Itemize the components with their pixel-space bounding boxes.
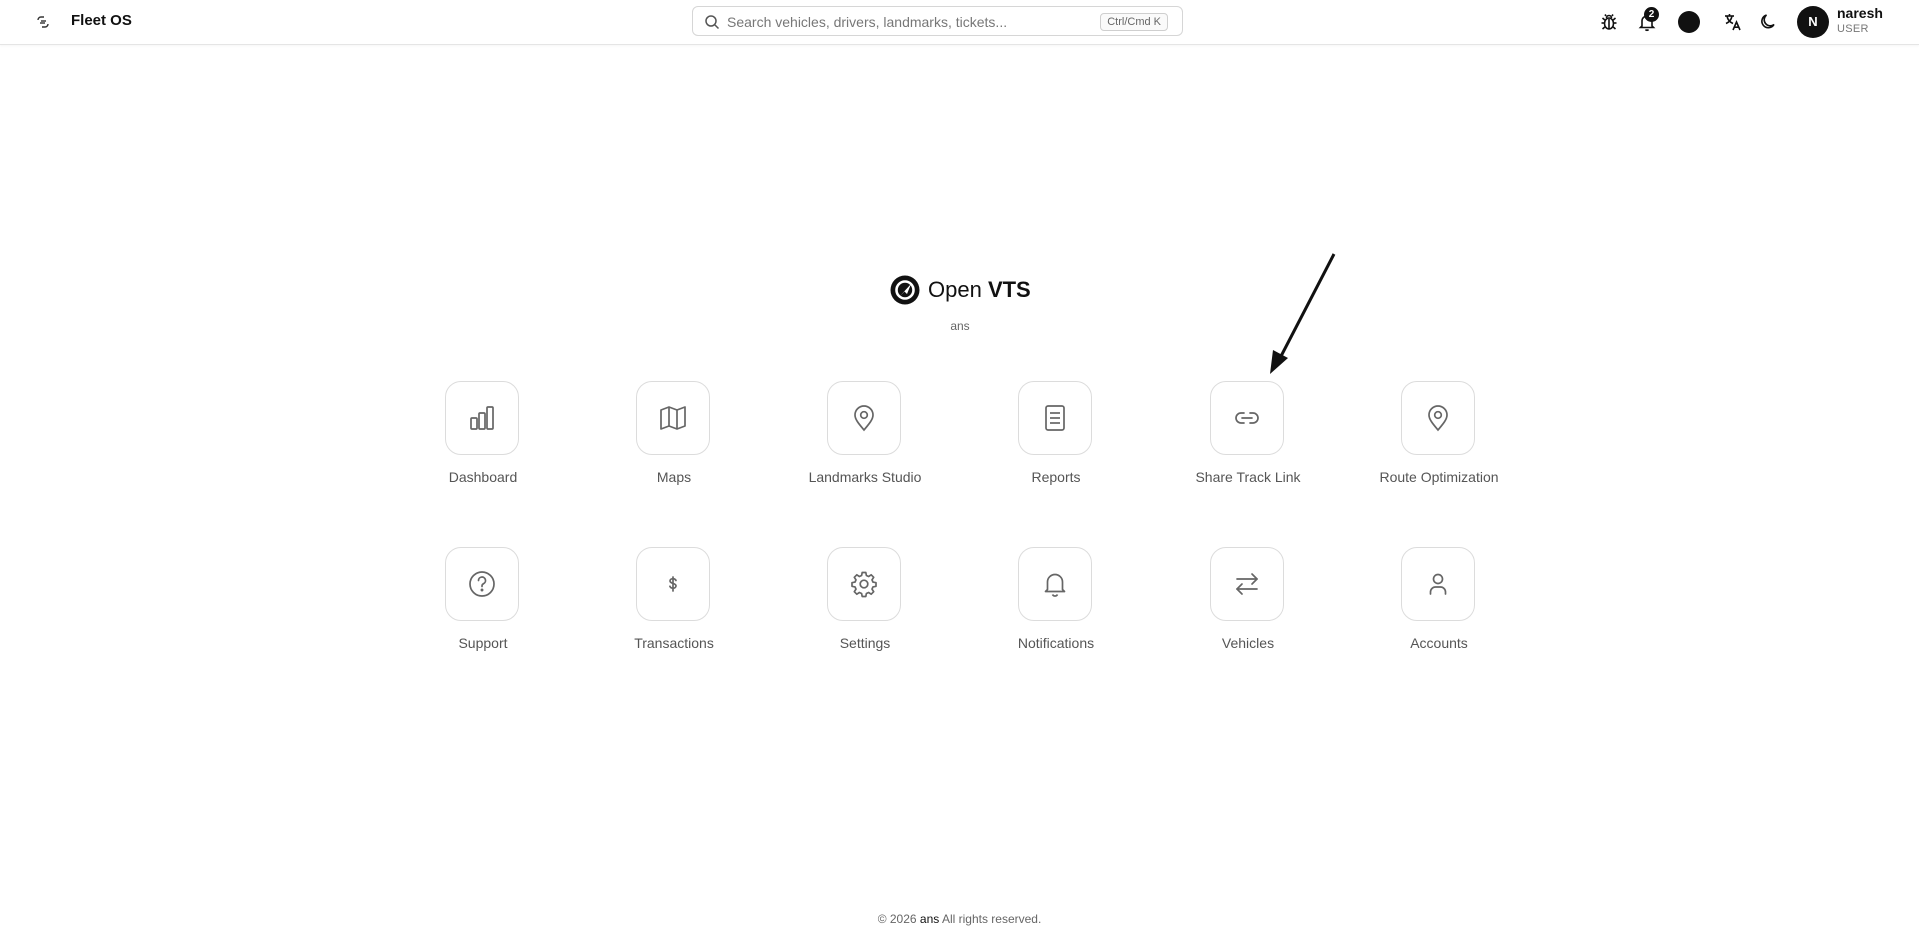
app-tile-notifications[interactable]: Notifications: [976, 547, 1136, 677]
app-tile-label: Transactions: [634, 635, 714, 651]
app-tile-icon-box[interactable]: [445, 381, 519, 455]
app-tile-accounts[interactable]: Accounts: [1359, 547, 1519, 677]
app-tile-reports[interactable]: Reports: [976, 381, 1136, 511]
search-shortcut-hint: Ctrl/Cmd K: [1100, 13, 1168, 31]
gear-icon: [851, 571, 877, 598]
app-tile-landmarks-studio[interactable]: Landmarks Studio: [785, 381, 945, 511]
app-tile-label: Landmarks Studio: [808, 469, 922, 485]
brand-header: Open VTS: [890, 273, 1031, 307]
app-tile-label: Support: [458, 635, 508, 651]
global-search[interactable]: Ctrl/Cmd K: [692, 6, 1183, 36]
translate-icon[interactable]: [1721, 10, 1745, 34]
app-tile-icon-box[interactable]: [1401, 381, 1475, 455]
app-tile-maps[interactable]: Maps: [594, 381, 754, 511]
app-tile-route-optimization[interactable]: Route Optimization: [1359, 381, 1519, 511]
search-icon: [705, 15, 720, 30]
swap-arrows-icon: [1236, 573, 1258, 595]
app-tile-label: Maps: [656, 469, 692, 485]
moon-icon[interactable]: [1756, 10, 1780, 34]
bell-icon: [1044, 573, 1066, 597]
app-tile-icon-box[interactable]: [1401, 547, 1475, 621]
help-circle-icon: [469, 571, 495, 597]
app-tile-icon-box[interactable]: [636, 547, 710, 621]
brand-name: Open VTS: [928, 277, 1031, 302]
app-tile-icon-box[interactable]: [636, 381, 710, 455]
app-tile-icon-box[interactable]: [827, 381, 901, 455]
user-role: USER: [1837, 23, 1869, 35]
notification-count-badge: 2: [1644, 7, 1659, 22]
app-tile-label: Dashboard: [448, 469, 518, 485]
app-tile-icon-box[interactable]: [445, 547, 519, 621]
user-name[interactable]: naresh: [1837, 5, 1883, 21]
app-tile-vehicles[interactable]: Vehicles: [1168, 547, 1328, 677]
bar-chart-icon: [470, 406, 494, 430]
app-tile-icon-box[interactable]: [1018, 381, 1092, 455]
app-tile-icon-box[interactable]: [1018, 547, 1092, 621]
sidebar-toggle-icon[interactable]: [32, 11, 54, 33]
app-tile-label: Settings: [839, 635, 891, 651]
app-tile-icon-box[interactable]: [827, 547, 901, 621]
app-tile-support[interactable]: Support: [403, 547, 563, 677]
dollar-icon: [669, 576, 677, 592]
app-tile-label: Notifications: [1017, 635, 1095, 651]
app-tile-transactions[interactable]: Transactions: [594, 547, 754, 677]
footer-copyright: © 2026 ans All rights reserved.: [877, 912, 1042, 926]
map-pin-icon: [1428, 405, 1448, 432]
search-input[interactable]: [727, 12, 1077, 32]
open-vts-logo-icon: [890, 275, 920, 305]
brand-subtitle: ans: [950, 319, 970, 333]
annotation-arrow: [1270, 253, 1336, 374]
app-tile-icon-box[interactable]: [1210, 547, 1284, 621]
theme-color-dot[interactable]: [1678, 11, 1700, 33]
map-pin-icon: [854, 405, 874, 432]
document-icon: [1045, 405, 1065, 431]
app-tile-label: Route Optimization: [1379, 469, 1499, 485]
top-bar: Fleet OS Ctrl/Cmd K 2 N naresh USER: [0, 0, 1919, 45]
avatar[interactable]: N: [1797, 6, 1829, 38]
link-icon: [1235, 412, 1259, 424]
app-tile-share-track-link[interactable]: Share Track Link: [1168, 381, 1328, 511]
user-icon: [1429, 573, 1447, 595]
app-tile-settings[interactable]: Settings: [785, 547, 945, 677]
map-icon: [660, 406, 686, 430]
bug-icon[interactable]: [1597, 10, 1621, 34]
app-tile-label: Share Track Link: [1195, 469, 1301, 485]
app-title: Fleet OS: [71, 12, 132, 29]
app-tile-icon-box[interactable]: [1210, 381, 1284, 455]
app-tile-dashboard[interactable]: Dashboard: [403, 381, 563, 511]
app-tile-label: Reports: [1031, 469, 1081, 485]
app-tile-label: Accounts: [1410, 635, 1468, 651]
app-tile-label: Vehicles: [1221, 635, 1275, 651]
